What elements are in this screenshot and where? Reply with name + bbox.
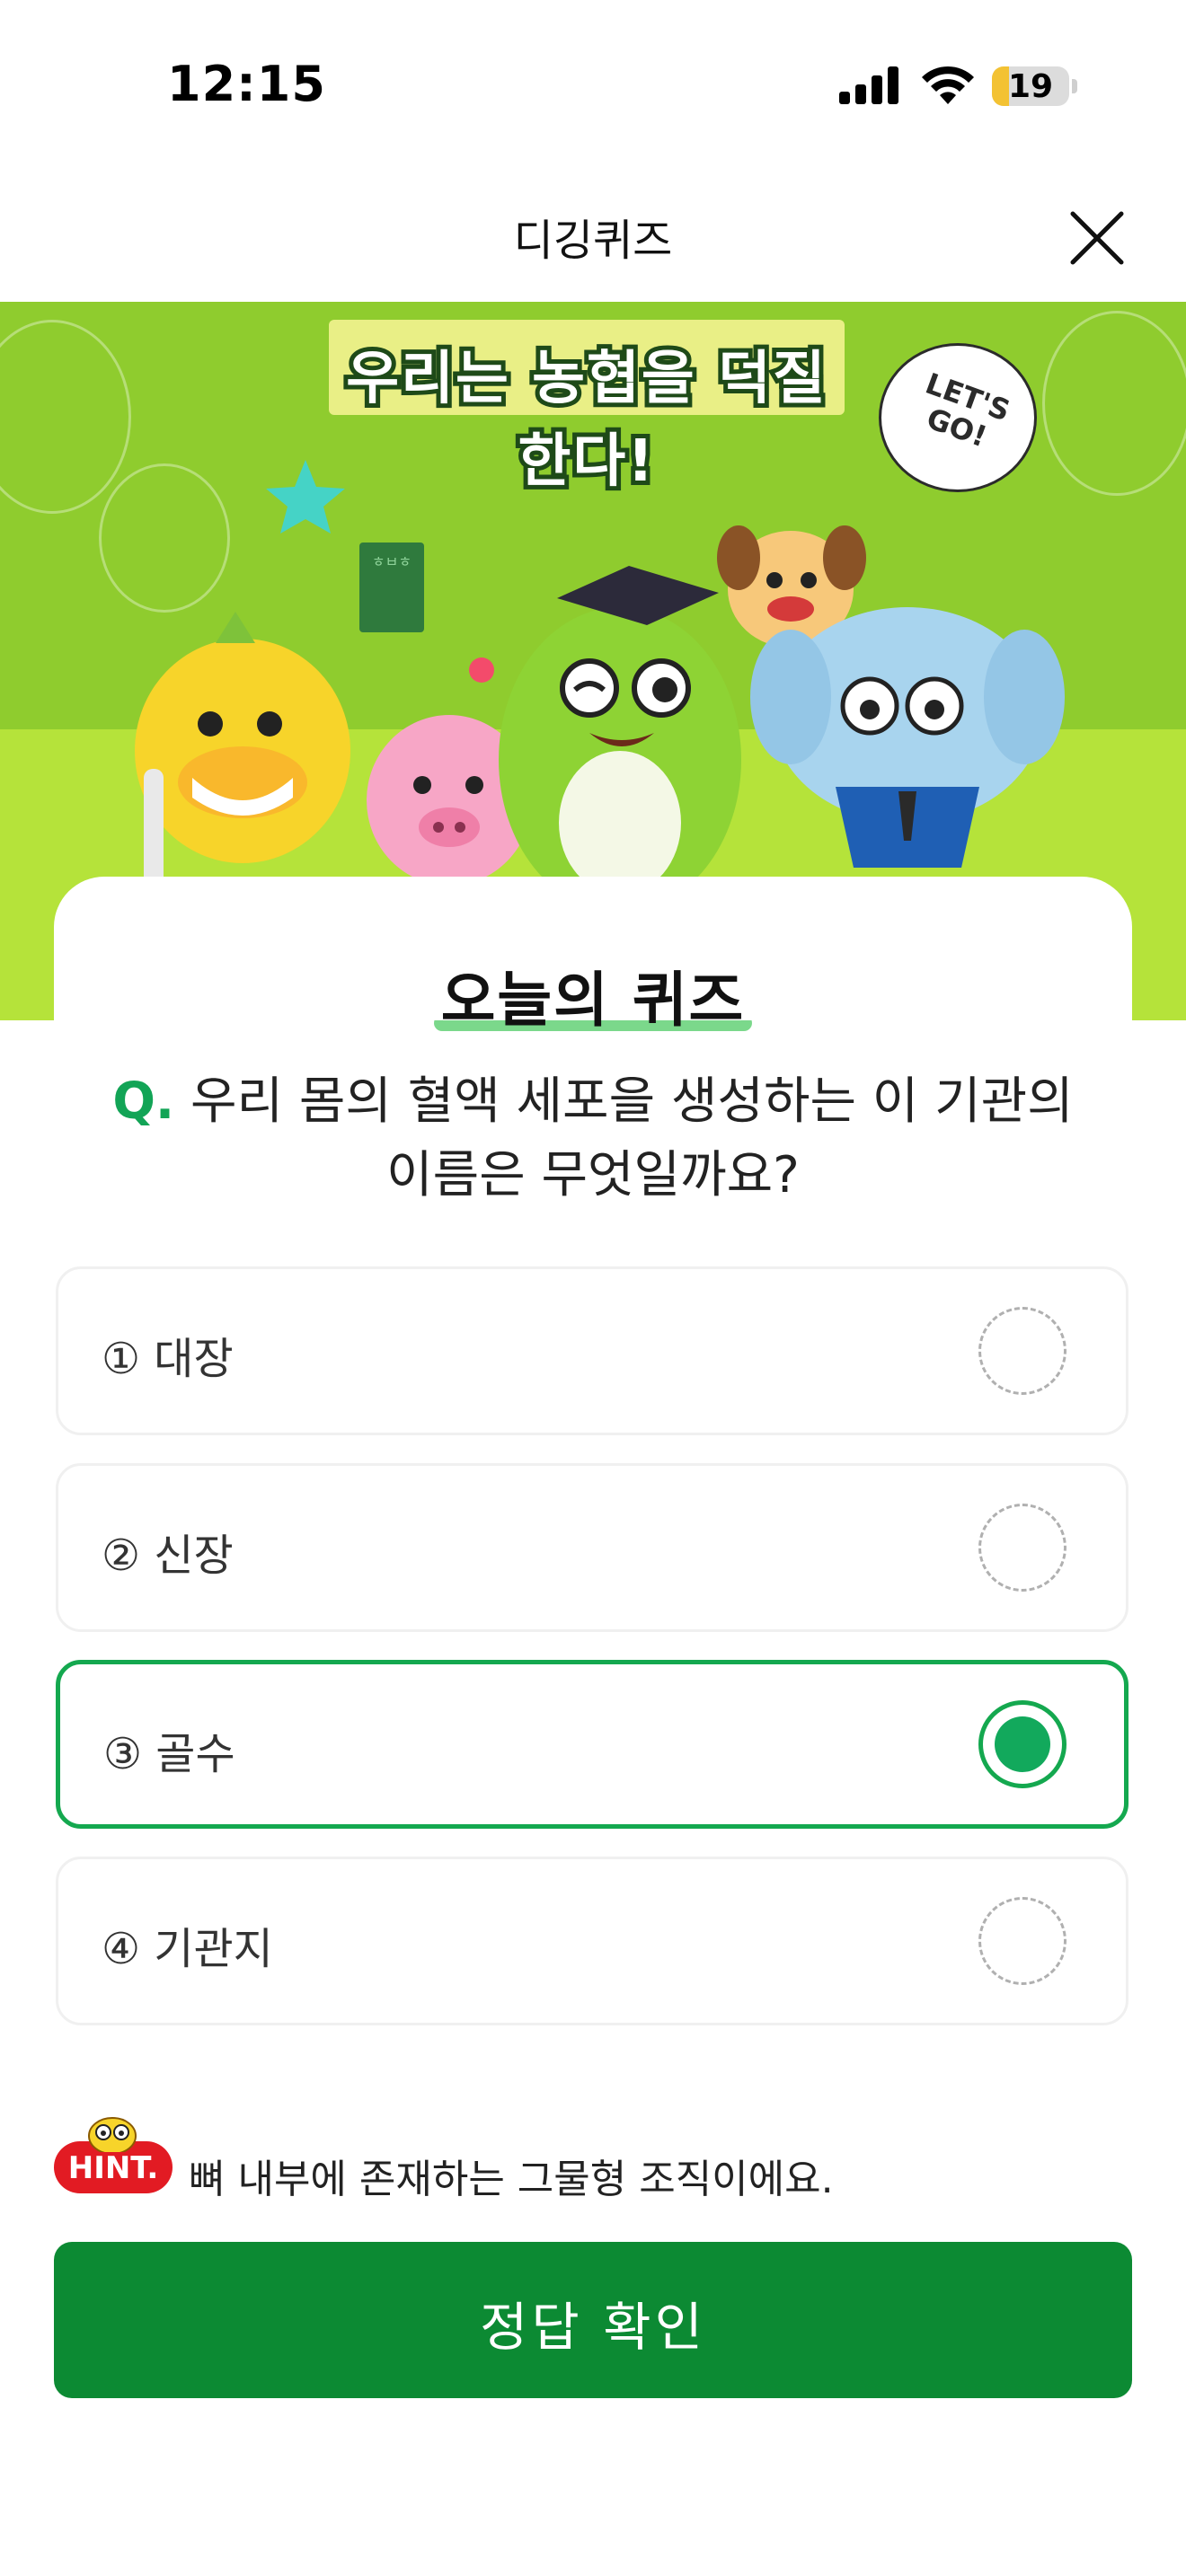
confirm-answer-button[interactable]: 정답 확인 xyxy=(54,2242,1132,2398)
radio-button-selected[interactable] xyxy=(978,1700,1067,1788)
status-bar: 12:15 19 xyxy=(0,0,1186,171)
quiz-heading-text: 오늘의 퀴즈 xyxy=(433,952,753,1038)
radio-button[interactable] xyxy=(978,1504,1067,1592)
book-label: ㅎㅂㅎ xyxy=(372,553,412,570)
status-time: 12:15 xyxy=(167,56,326,112)
battery-level: 19 xyxy=(1007,68,1054,105)
answer-option-label: ① 대장 xyxy=(102,1334,234,1384)
answer-option-label: ④ 기관지 xyxy=(102,1924,273,1974)
question: Q. 우리 몸의 혈액 세포을 생성하는 이 기관의 이름은 무엇일까요? xyxy=(99,1065,1087,1213)
confirm-answer-label: 정답 확인 xyxy=(480,2297,706,2358)
hint-row: HINT. 뼈 내부에 존재하는 그물형 조직이에요. xyxy=(54,2111,1132,2202)
question-mark-label: Q. xyxy=(112,1072,175,1131)
hint-badge-label: HINT. xyxy=(67,2150,159,2186)
answer-option-label: ② 신장 xyxy=(102,1531,234,1581)
page-title: 디깅퀴즈 xyxy=(513,216,673,266)
battery-cap xyxy=(1072,79,1077,93)
header: 디깅퀴즈 xyxy=(0,171,1186,302)
wifi-icon xyxy=(922,66,974,104)
answer-option-4[interactable]: ④ 기관지 xyxy=(56,1857,1128,2025)
radio-button[interactable] xyxy=(978,1307,1067,1395)
question-text: 우리 몸의 혈액 세포을 생성하는 이 기관의 이름은 무엇일까요? xyxy=(190,1072,1074,1204)
answer-option-2[interactable]: ② 신장 xyxy=(56,1463,1128,1632)
radio-selected-dot xyxy=(995,1716,1050,1772)
battery-icon: 19 xyxy=(992,66,1069,106)
answer-option-1[interactable]: ① 대장 xyxy=(56,1266,1128,1435)
hint-text: 뼈 내부에 존재하는 그물형 조직이에요. xyxy=(189,2157,834,2202)
answer-option-3[interactable]: ③ 골수 xyxy=(56,1660,1128,1829)
cellular-signal-icon xyxy=(839,66,900,104)
close-icon[interactable] xyxy=(1069,210,1125,266)
radio-button[interactable] xyxy=(978,1897,1067,1985)
star-icon xyxy=(266,460,345,534)
hint-mascot-icon xyxy=(88,2117,137,2152)
answer-option-label: ③ 골수 xyxy=(103,1729,235,1779)
quiz-heading: 오늘의 퀴즈 xyxy=(0,952,1186,1038)
